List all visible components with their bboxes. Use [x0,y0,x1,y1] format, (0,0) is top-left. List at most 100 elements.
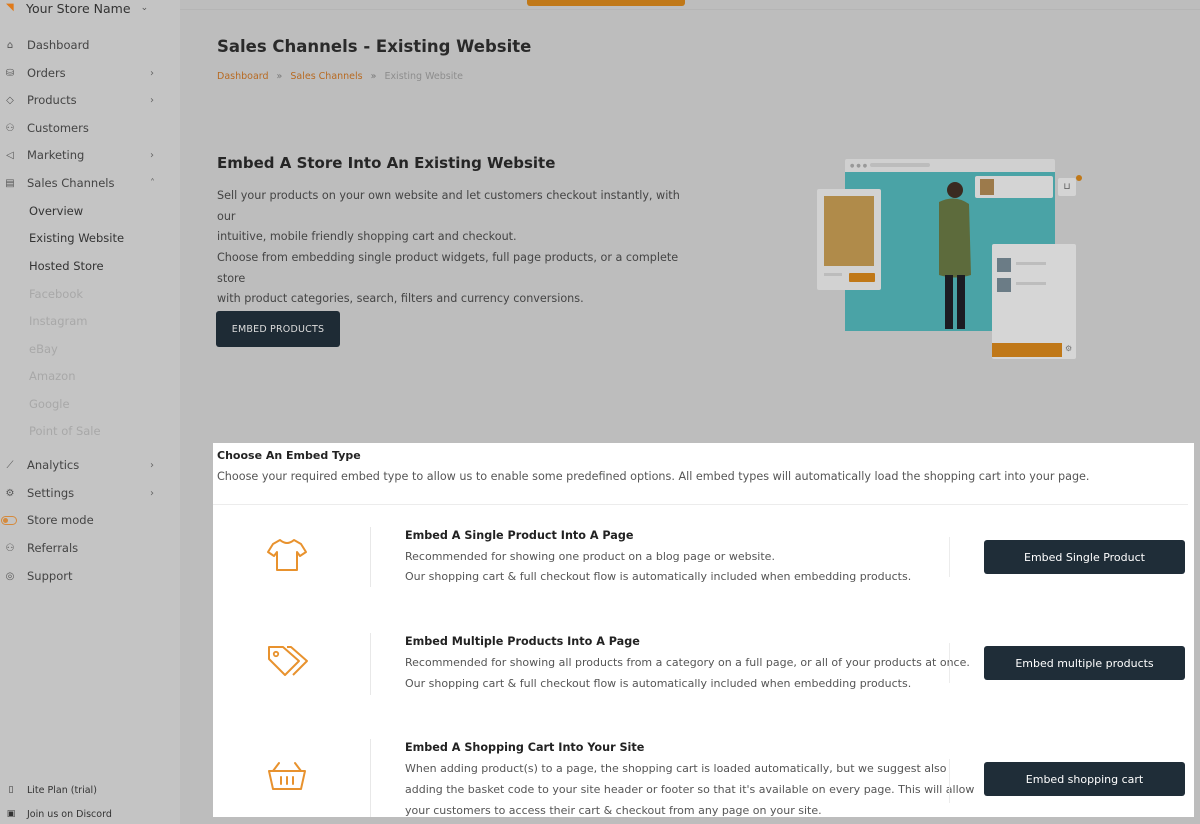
cart-item-line [1016,282,1046,285]
top-action-button[interactable] [527,0,685,6]
price-line [824,273,842,276]
store-icon: ▤ [5,177,15,189]
store-switcher[interactable]: ◥ Your Store Name ⌄ [0,0,180,16]
tags-icon [268,646,308,676]
embed-row-text: Recommended for showing all products fro… [405,656,970,669]
embed-row-title: Embed A Shopping Cart Into Your Site [405,741,645,754]
globe-icon: ◎ [5,570,15,582]
basket-icon [268,762,306,790]
sidebar-item-support[interactable]: ◎ Support [0,566,170,586]
divider [949,643,950,683]
cart-item-line [1016,262,1046,265]
sidebar-item-label: Support [27,569,73,583]
chevron-up-icon: ˄ [150,177,155,189]
sidebar-sub-overview[interactable]: Overview [29,202,83,220]
user-plus-icon: ⚇ [5,542,15,554]
toggle-icon[interactable] [1,515,17,525]
person-illustration [939,182,971,329]
discord-link[interactable]: ▣ Join us on Discord [0,806,112,822]
hero-text-line: with product categories, search, filters… [217,292,584,305]
hero-text-line: Choose from embedding single product wid… [217,251,679,285]
breadcrumb: Dashboard » Sales Channels » Existing We… [217,71,463,82]
embed-multiple-products-button[interactable]: Embed multiple products [984,646,1185,680]
discord-label: Join us on Discord [27,808,112,820]
sidebar-item-orders[interactable]: ⛁ Orders › [0,63,170,83]
sidebar-item-analytics[interactable]: ⟋ Analytics › [0,455,170,475]
checkout-bar-illustration [992,343,1062,357]
product-card-illustration [817,189,881,290]
divider [370,739,371,817]
sidebar-item-sales-channels[interactable]: ▤ Sales Channels ˄ [0,173,170,193]
sidebar-item-label: Sales Channels [27,176,115,190]
embed-type-panel: Choose An Embed Type Choose your require… [213,443,1194,817]
store-logo-icon: ◥ [6,2,14,13]
plan-label: Lite Plan (trial) [27,784,97,796]
tshirt-icon [267,539,307,571]
embed-shopping-cart-button[interactable]: Embed shopping cart [984,762,1185,796]
sidebar-sub-hosted-store[interactable]: Hosted Store [29,257,104,275]
sidebar-item-settings[interactable]: ⚙ Settings › [0,483,170,503]
sidebar-item-referrals[interactable]: ⚇ Referrals [0,538,170,558]
sidebar-sub-point-of-sale[interactable]: Point of Sale [29,422,101,440]
breadcrumb-separator: » [276,71,283,82]
breadcrumb-current: Existing Website [384,71,463,82]
embed-row-text: Recommended for showing one product on a… [405,550,775,563]
sidebar-item-customers[interactable]: ⚇ Customers [0,118,170,138]
sidebar-sub-existing-website[interactable]: Existing Website [29,229,124,247]
sidebar-sub-google[interactable]: Google [29,395,70,413]
store-name: Your Store Name [26,0,131,16]
embed-row-title: Embed Multiple Products Into A Page [405,635,640,648]
sidebar-sub-facebook[interactable]: Facebook [29,285,83,303]
cart-badge [1076,175,1082,181]
sidebar-sub-ebay[interactable]: eBay [29,340,58,358]
sidebar-item-label: Dashboard [27,38,90,52]
gear-icon: ⚙ [5,487,15,499]
sidebar-sub-amazon[interactable]: Amazon [29,367,75,385]
divider [370,633,371,695]
embed-panel-title: Choose An Embed Type [217,449,361,462]
hero-text-line: Sell your products on your own website a… [217,189,680,223]
divider [949,759,950,803]
tag-icon: ◇ [6,94,14,106]
embed-panel-subtitle: Choose your required embed type to allow… [217,470,1090,483]
sidebar-item-label: Store mode [27,513,94,527]
cart-notification [975,176,1053,198]
header-divider [180,9,1200,10]
sidebar-item-label: Settings [27,486,75,500]
divider [949,537,950,577]
embed-row-title: Embed A Single Product Into A Page [405,529,634,542]
cart-panel-illustration [992,244,1076,359]
plan-link[interactable]: ▯ Lite Plan (trial) [0,782,97,798]
divider [213,504,1188,505]
sidebar-item-dashboard[interactable]: ⌂ Dashboard [0,35,170,55]
browser-bar: ●●● [845,159,1055,172]
cart-item-thumb [997,278,1011,292]
home-icon: ⌂ [6,39,14,51]
embed-single-product-button[interactable]: Embed Single Product [984,540,1185,574]
chevron-right-icon: › [150,67,154,79]
breadcrumb-dashboard[interactable]: Dashboard [217,71,269,82]
embed-products-button[interactable]: EMBED PRODUCTS [216,311,340,347]
sidebar-item-label: Customers [27,121,89,135]
users-icon: ⚇ [5,122,15,134]
sidebar-sub-instagram[interactable]: Instagram [29,312,88,330]
breadcrumb-sales-channels[interactable]: Sales Channels [290,71,362,82]
document-icon: ▯ [8,785,14,795]
sidebar-item-label: Marketing [27,148,85,162]
sidebar-item-label: Products [27,93,77,107]
chart-icon: ⟋ [6,459,14,471]
sidebar-item-label: Referrals [27,541,79,555]
sidebar-item-products[interactable]: ◇ Products › [0,90,170,110]
orders-icon: ⛁ [5,67,15,79]
chevron-right-icon: › [150,459,154,471]
chevron-right-icon: › [150,149,154,161]
hero-title: Embed A Store Into An Existing Website [217,154,556,172]
product-photo [824,196,874,266]
chevron-right-icon: › [150,487,154,499]
embed-row-text: adding the basket code to your site head… [405,783,975,796]
sidebar-item-store-mode[interactable]: Store mode [0,510,170,530]
notification-thumb [980,179,994,195]
page-title: Sales Channels - Existing Website [217,37,532,56]
sidebar-item-marketing[interactable]: ◁ Marketing › [0,145,170,165]
add-button-illustration [849,273,875,282]
